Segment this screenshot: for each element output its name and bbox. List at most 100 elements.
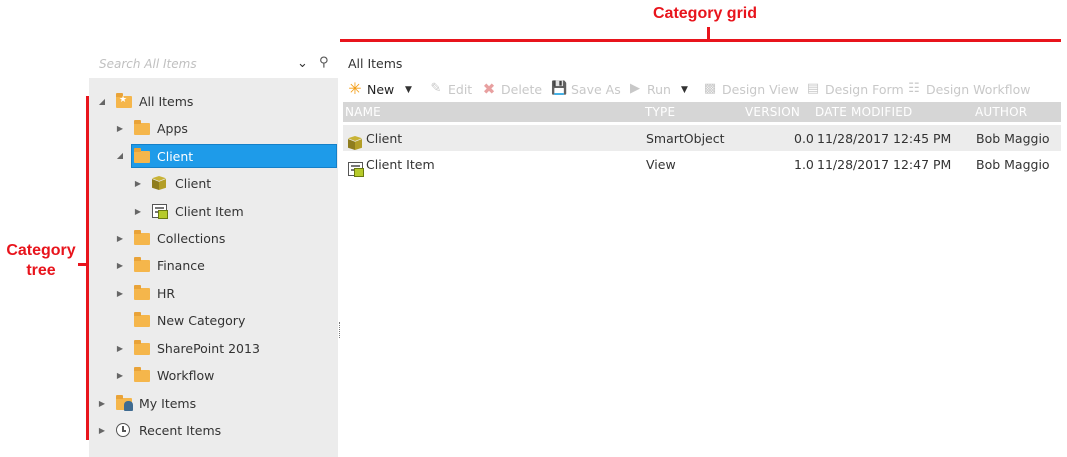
category-grid-panel: All Items ✳ New ▼ ✎ Edit ✖ Delete 💾 Save… (343, 50, 1061, 457)
folder-icon (133, 285, 151, 301)
expand-arrow-icon[interactable]: ▶ (97, 399, 107, 408)
row-author: Bob Maggio (976, 131, 1050, 146)
expand-arrow-icon[interactable]: ▶ (97, 426, 107, 435)
save-icon: 💾 (551, 81, 568, 96)
row-name: Client Item (366, 157, 435, 172)
tree-item-client-smartobject[interactable]: ▶ Client (133, 171, 211, 195)
design-workflow-button[interactable]: ☷ Design Workflow (906, 81, 1031, 97)
search-input[interactable] (99, 55, 289, 73)
new-button-label: New (367, 81, 395, 97)
design-view-icon: ▩ (703, 81, 717, 96)
table-row[interactable]: Client Item View 1.0 11/28/2017 12:47 PM… (343, 151, 1061, 177)
chevron-down-icon[interactable]: ⌄ (297, 56, 308, 71)
tree-item-sharepoint-2013[interactable]: ▶ SharePoint 2013 (115, 336, 260, 360)
new-button[interactable]: ✳ New (347, 81, 394, 97)
run-button-label: Run (647, 81, 671, 97)
tree-item-label: Collections (157, 230, 226, 246)
folder-icon (133, 230, 151, 246)
row-date-modified: 11/28/2017 12:45 PM (817, 131, 952, 146)
tree-item-workflow[interactable]: ▶ Workflow (115, 363, 214, 387)
tree-item-finance[interactable]: ▶ Finance (115, 253, 205, 277)
tree-item-label: Recent Items (139, 422, 222, 438)
design-workflow-button-label: Design Workflow (926, 81, 1031, 97)
tree-item-label: My Items (139, 395, 197, 411)
run-button[interactable]: ▶ Run (627, 81, 671, 97)
column-date-modified[interactable]: DATE MODIFIED (815, 105, 912, 119)
collapse-arrow-icon[interactable]: ◢ (115, 151, 125, 160)
expand-arrow-icon[interactable]: ▶ (115, 234, 125, 243)
view-icon (151, 203, 169, 219)
search-icon[interactable]: ⚲ (319, 55, 329, 70)
category-grid-bracket (340, 39, 1061, 42)
delete-button[interactable]: ✖ Delete (481, 81, 542, 97)
tree-item-new-category[interactable]: New Category (115, 308, 245, 332)
save-as-button[interactable]: 💾 Save As (551, 81, 621, 97)
column-version[interactable]: VERSION (745, 105, 800, 119)
collapse-arrow-icon[interactable]: ◢ (97, 97, 107, 106)
expand-arrow-icon[interactable]: ▶ (115, 289, 125, 298)
expand-arrow-icon[interactable]: ▶ (115, 371, 125, 380)
run-dropdown-icon[interactable]: ▼ (681, 81, 688, 99)
expand-arrow-icon[interactable]: ▶ (115, 124, 125, 133)
folder-icon (133, 312, 151, 328)
tree-item-label: Client (157, 148, 194, 164)
tree-item-label: Finance (157, 257, 205, 273)
grid-column-header: NAME TYPE VERSION DATE MODIFIED AUTHOR (343, 102, 1061, 122)
smartobject-icon (347, 130, 365, 150)
view-icon (347, 156, 365, 177)
play-icon: ▶ (630, 81, 640, 96)
expand-arrow-icon[interactable]: ▶ (115, 344, 125, 353)
smartobject-icon (151, 175, 169, 191)
folder-icon (133, 367, 151, 383)
tree-item-client-item[interactable]: ▶ Client Item (133, 199, 244, 223)
tree-item-label: SharePoint 2013 (157, 340, 260, 356)
tree-item-label: HR (157, 285, 176, 301)
delete-icon: ✖ (482, 80, 496, 98)
expand-arrow-icon[interactable]: ▶ (133, 207, 143, 216)
expand-arrow-icon[interactable]: ▶ (133, 179, 143, 188)
tree-item-apps[interactable]: ▶ Apps (115, 116, 188, 140)
column-author[interactable]: AUTHOR (975, 105, 1027, 119)
category-tree-bracket-tick (78, 263, 88, 266)
tree-item-label: All Items (139, 93, 194, 109)
edit-button[interactable]: ✎ Edit (428, 81, 473, 97)
clock-icon (115, 422, 133, 438)
tree-item-hr[interactable]: ▶ HR (115, 281, 175, 305)
category-tree-panel: ⌄ ⚲ ◢ All Items ▶ Apps Client ◢ ▶ Client (89, 50, 338, 457)
tree-item-recent-items[interactable]: ▶ Recent Items (97, 418, 221, 442)
row-date-modified: 11/28/2017 12:47 PM (817, 157, 952, 172)
expand-arrow-icon[interactable]: ▶ (115, 261, 125, 270)
tree-item-label: Workflow (157, 367, 215, 383)
design-form-button[interactable]: ▤ Design Form (805, 81, 904, 97)
tree-item-collections[interactable]: ▶ Collections (115, 226, 225, 250)
design-view-button-label: Design View (722, 81, 799, 97)
tree-item-my-items[interactable]: ▶ My Items (97, 391, 196, 415)
folder-icon (133, 120, 151, 136)
column-type[interactable]: TYPE (645, 105, 675, 119)
design-workflow-icon: ☷ (908, 81, 920, 96)
row-type: SmartObject (646, 131, 725, 146)
delete-button-label: Delete (501, 81, 543, 97)
tree-item-label: Client (175, 175, 212, 191)
new-icon: ✳ (348, 79, 362, 98)
search-bar: ⌄ ⚲ (89, 50, 338, 78)
row-type: View (646, 157, 676, 172)
grid-toolbar: ✳ New ▼ ✎ Edit ✖ Delete 💾 Save As ▶ Run … (343, 78, 1061, 102)
row-version: 0.0 (794, 131, 814, 146)
category-tree-annotation-line1: Category (6, 242, 76, 259)
folder-icon (133, 257, 151, 273)
save-as-button-label: Save As (571, 81, 621, 97)
tree-item-client-folder[interactable]: Client (131, 144, 337, 168)
design-form-button-label: Design Form (825, 81, 904, 97)
table-row[interactable]: Client SmartObject 0.0 11/28/2017 12:45 … (343, 125, 1061, 151)
category-tree-annotation-line2: tree (26, 262, 56, 279)
column-name[interactable]: NAME (345, 105, 381, 119)
new-dropdown-icon[interactable]: ▼ (405, 81, 412, 99)
folder-icon (133, 340, 151, 356)
row-version: 1.0 (794, 157, 814, 172)
folder-icon (133, 148, 151, 164)
panel-splitter[interactable] (339, 322, 341, 338)
category-tree-annotation: Category tree (6, 241, 76, 281)
design-view-button[interactable]: ▩ Design View (702, 81, 799, 97)
tree-item-all-items[interactable]: ◢ All Items (97, 89, 193, 113)
